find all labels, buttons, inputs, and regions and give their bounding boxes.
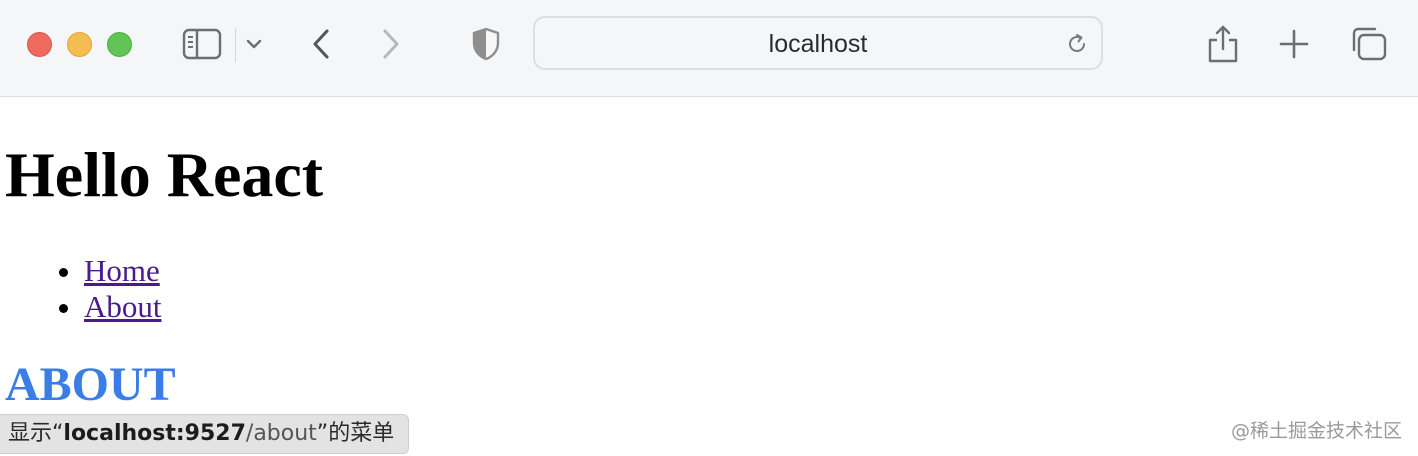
reload-icon[interactable] [1065, 32, 1089, 56]
close-window-button[interactable] [27, 32, 52, 57]
home-link[interactable]: Home [84, 253, 160, 288]
nav-item-home: Home [84, 253, 162, 289]
page-title: Hello React [5, 139, 324, 210]
address-bar[interactable]: localhost [533, 16, 1103, 70]
zoom-window-button[interactable] [107, 32, 132, 57]
about-link[interactable]: About [84, 289, 162, 324]
status-host: localhost:9527 [63, 421, 246, 446]
sidebar-icon[interactable] [182, 28, 222, 60]
section-heading: ABOUT [5, 358, 176, 411]
shield-icon[interactable] [470, 26, 502, 62]
share-icon[interactable] [1206, 24, 1240, 64]
back-icon[interactable] [308, 26, 334, 62]
status-path: /about [245, 421, 317, 446]
chevron-down-icon[interactable] [244, 36, 264, 52]
browser-toolbar: localhost [0, 0, 1418, 97]
forward-icon[interactable] [378, 26, 404, 62]
status-prefix: 显示“ [8, 421, 64, 446]
status-suffix: ”的菜单 [316, 421, 395, 446]
toolbar-divider [235, 28, 236, 62]
link-status-bar: 显示“localhost:9527/about”的菜单 [0, 414, 410, 454]
page-content: Hello React Home About ABOUT [0, 97, 1418, 456]
plus-icon[interactable] [1278, 28, 1310, 60]
nav-item-about: About [84, 289, 162, 325]
tabs-icon[interactable] [1348, 26, 1388, 62]
minimize-window-button[interactable] [67, 32, 92, 57]
watermark: @稀土掘金技术社区 [1230, 420, 1402, 442]
address-text: localhost [768, 30, 868, 58]
nav-list: Home About [0, 253, 162, 325]
